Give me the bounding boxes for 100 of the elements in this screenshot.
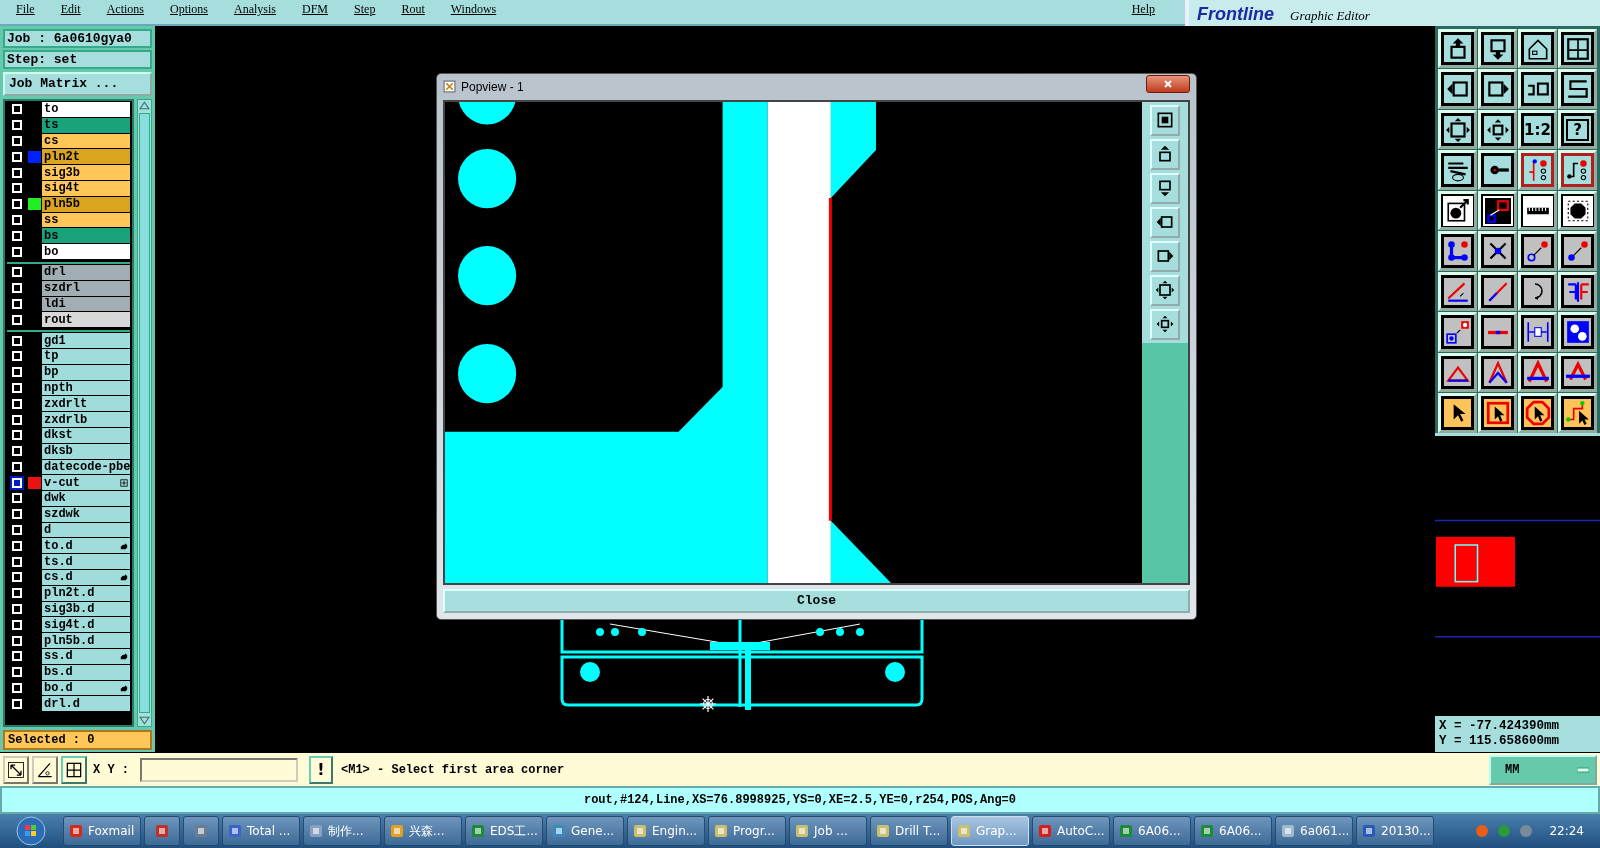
- taskbar-button[interactable]: [144, 816, 180, 846]
- layer-item[interactable]: bs.d: [42, 664, 130, 680]
- layer-checkbox[interactable]: [12, 698, 22, 709]
- taskbar-button[interactable]: Progr...: [708, 816, 786, 846]
- close-button[interactable]: [1146, 74, 1190, 93]
- view-button[interactable]: [1150, 240, 1180, 272]
- taskbar-button[interactable]: 6A06...: [1113, 816, 1191, 846]
- view-button[interactable]: [1150, 172, 1180, 204]
- layer-item[interactable]: drl.d: [42, 696, 130, 712]
- layer-checkbox[interactable]: [12, 104, 22, 115]
- layer-item[interactable]: pln2t.d: [42, 585, 130, 601]
- layer-item[interactable]: sig3b: [42, 165, 130, 180]
- menu-item[interactable]: Options: [170, 2, 209, 17]
- menu-item[interactable]: Windows: [450, 2, 497, 17]
- tool-button[interactable]: [3, 755, 29, 784]
- layer-checkbox[interactable]: [12, 477, 22, 488]
- taskbar-button[interactable]: 6a061...: [1275, 816, 1353, 846]
- menu-item[interactable]: Analysis: [234, 2, 277, 17]
- layer-checkbox[interactable]: [12, 151, 22, 162]
- layer-checkbox[interactable]: [12, 556, 22, 567]
- taskbar-button[interactable]: 制作...: [303, 816, 381, 846]
- layer-item[interactable]: zxdrlt: [42, 396, 130, 412]
- layer-checkbox[interactable]: [12, 214, 22, 225]
- layer-checkbox[interactable]: [12, 298, 22, 309]
- layer-checkbox[interactable]: [12, 540, 22, 551]
- layer-checkbox[interactable]: [12, 167, 22, 178]
- layer-checkbox[interactable]: [12, 667, 22, 678]
- layer-checkbox[interactable]: [12, 446, 22, 457]
- layer-checkbox[interactable]: [12, 382, 22, 393]
- layer-item[interactable]: to: [42, 101, 130, 117]
- layer-checkbox[interactable]: [12, 267, 22, 278]
- layer-item[interactable]: szdwk: [42, 506, 130, 522]
- layer-checkbox[interactable]: [12, 314, 22, 325]
- view-button[interactable]: [1150, 308, 1180, 340]
- taskbar-button[interactable]: Drill T...: [870, 816, 948, 846]
- taskbar-button[interactable]: Engin...: [627, 816, 705, 846]
- menu-item[interactable]: Actions: [106, 2, 144, 17]
- layer-item[interactable]: ts: [42, 117, 130, 133]
- layer-checkbox[interactable]: [12, 619, 22, 630]
- coordinate-input[interactable]: [140, 757, 298, 782]
- layer-checkbox[interactable]: [12, 351, 22, 362]
- layer-item[interactable]: ts.d: [42, 554, 130, 570]
- view-button[interactable]: [1150, 206, 1180, 238]
- layer-item[interactable]: bo: [42, 244, 130, 259]
- taskbar-button[interactable]: Job ...: [789, 816, 867, 846]
- scroll-up-icon[interactable]: [139, 99, 150, 111]
- layer-item[interactable]: rout: [42, 312, 130, 328]
- confirm-button[interactable]: !: [309, 755, 333, 784]
- taskbar-button[interactable]: Gene...: [546, 816, 624, 846]
- layer-checkbox[interactable]: [12, 588, 22, 599]
- tool-button[interactable]: ?: [1558, 109, 1597, 150]
- layer-checkbox[interactable]: [12, 430, 22, 441]
- layer-checkbox[interactable]: [12, 120, 22, 131]
- layer-checkbox[interactable]: [12, 683, 22, 694]
- layer-item[interactable]: bp: [42, 364, 130, 380]
- layer-item[interactable]: cs.d: [42, 570, 130, 585]
- layer-checkbox[interactable]: [12, 335, 22, 346]
- layer-checkbox[interactable]: [12, 493, 22, 504]
- scrollbar[interactable]: [137, 98, 152, 728]
- view-button[interactable]: [1150, 138, 1180, 170]
- view-button[interactable]: [1150, 104, 1180, 136]
- taskbar-button[interactable]: AutoC...: [1032, 816, 1110, 846]
- layer-item[interactable]: ss: [42, 212, 130, 228]
- layer-item[interactable]: pln2t: [42, 149, 130, 165]
- layer-item[interactable]: sig4t.d: [42, 617, 130, 633]
- taskbar-button[interactable]: 6A06...: [1194, 816, 1272, 846]
- menu-item[interactable]: Step: [354, 2, 376, 17]
- tool-button[interactable]: [32, 755, 58, 784]
- taskbar-button[interactable]: Total ...: [222, 816, 300, 846]
- layer-item[interactable]: d: [42, 522, 130, 538]
- scroll-down-icon[interactable]: [139, 715, 150, 727]
- taskbar-button[interactable]: 兴森...: [384, 816, 462, 846]
- layer-item[interactable]: to.d: [42, 538, 130, 554]
- layer-item[interactable]: pln5b.d: [42, 633, 130, 649]
- layer-checkbox[interactable]: [12, 525, 22, 536]
- layer-item[interactable]: cs: [42, 133, 130, 149]
- layer-item[interactable]: v-cut: [42, 475, 130, 491]
- menu-item[interactable]: Edit: [60, 2, 81, 17]
- layer-item[interactable]: bs: [42, 228, 130, 244]
- taskbar-button[interactable]: Foxmail: [63, 816, 141, 846]
- layer-checkbox[interactable]: [12, 199, 22, 210]
- layer-item[interactable]: zxdrlb: [42, 412, 130, 427]
- tool-button[interactable]: 1:2: [1518, 109, 1557, 150]
- layer-checkbox[interactable]: [12, 135, 22, 146]
- layer-item[interactable]: npth: [42, 380, 130, 396]
- job-matrix-button[interactable]: Job Matrix ...: [3, 71, 152, 96]
- units-dropdown[interactable]: MM: [1489, 754, 1597, 785]
- menu-item[interactable]: Help: [1131, 2, 1155, 17]
- layer-item[interactable]: dkst: [42, 427, 130, 443]
- layer-item[interactable]: ldi: [42, 296, 130, 312]
- taskbar-button[interactable]: [183, 816, 219, 846]
- layer-checkbox[interactable]: [12, 635, 22, 646]
- layer-checkbox[interactable]: [12, 414, 22, 425]
- view-button[interactable]: [1150, 274, 1180, 306]
- layer-checkbox[interactable]: [12, 283, 22, 294]
- layer-item[interactable]: sig4t: [42, 180, 130, 196]
- taskbar-button[interactable]: EDS工...: [465, 816, 543, 846]
- layer-checkbox[interactable]: [12, 572, 22, 583]
- layer-checkbox[interactable]: [12, 509, 22, 520]
- layer-item[interactable]: dksb: [42, 443, 130, 459]
